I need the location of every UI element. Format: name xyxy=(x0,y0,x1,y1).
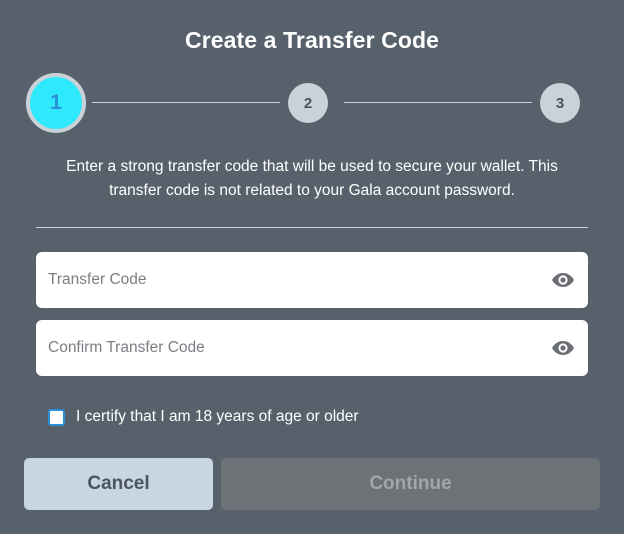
step-3-indicator: 3 xyxy=(540,83,580,123)
create-transfer-code-dialog: Create a Transfer Code 1 2 3 Enter a str… xyxy=(0,0,624,534)
confirm-transfer-code-field xyxy=(36,320,588,376)
step-1-indicator: 1 xyxy=(26,73,86,133)
divider xyxy=(36,227,588,228)
transfer-code-input[interactable] xyxy=(48,252,538,308)
dialog-title: Create a Transfer Code xyxy=(184,27,440,53)
step-connector-2 xyxy=(344,102,532,103)
transfer-code-field xyxy=(36,252,588,308)
description-line-2: transfer code is not related to your Gal… xyxy=(109,182,515,199)
description-line-1: Enter a strong transfer code that will b… xyxy=(66,158,558,175)
age-certification-checkbox[interactable] xyxy=(48,408,65,426)
eye-icon[interactable] xyxy=(551,270,575,290)
age-certification-row: I certify that I am 18 years of age or o… xyxy=(48,406,359,428)
eye-icon[interactable] xyxy=(551,338,575,358)
confirm-transfer-code-input[interactable] xyxy=(48,320,538,376)
cancel-button[interactable]: Cancel xyxy=(24,458,213,510)
continue-button[interactable]: Continue xyxy=(221,458,600,510)
step-connector-1 xyxy=(92,102,280,103)
dialog-description: Enter a strong transfer code that will b… xyxy=(40,155,584,203)
age-certification-label[interactable]: I certify that I am 18 years of age or o… xyxy=(76,408,359,426)
step-2-indicator: 2 xyxy=(288,83,328,123)
